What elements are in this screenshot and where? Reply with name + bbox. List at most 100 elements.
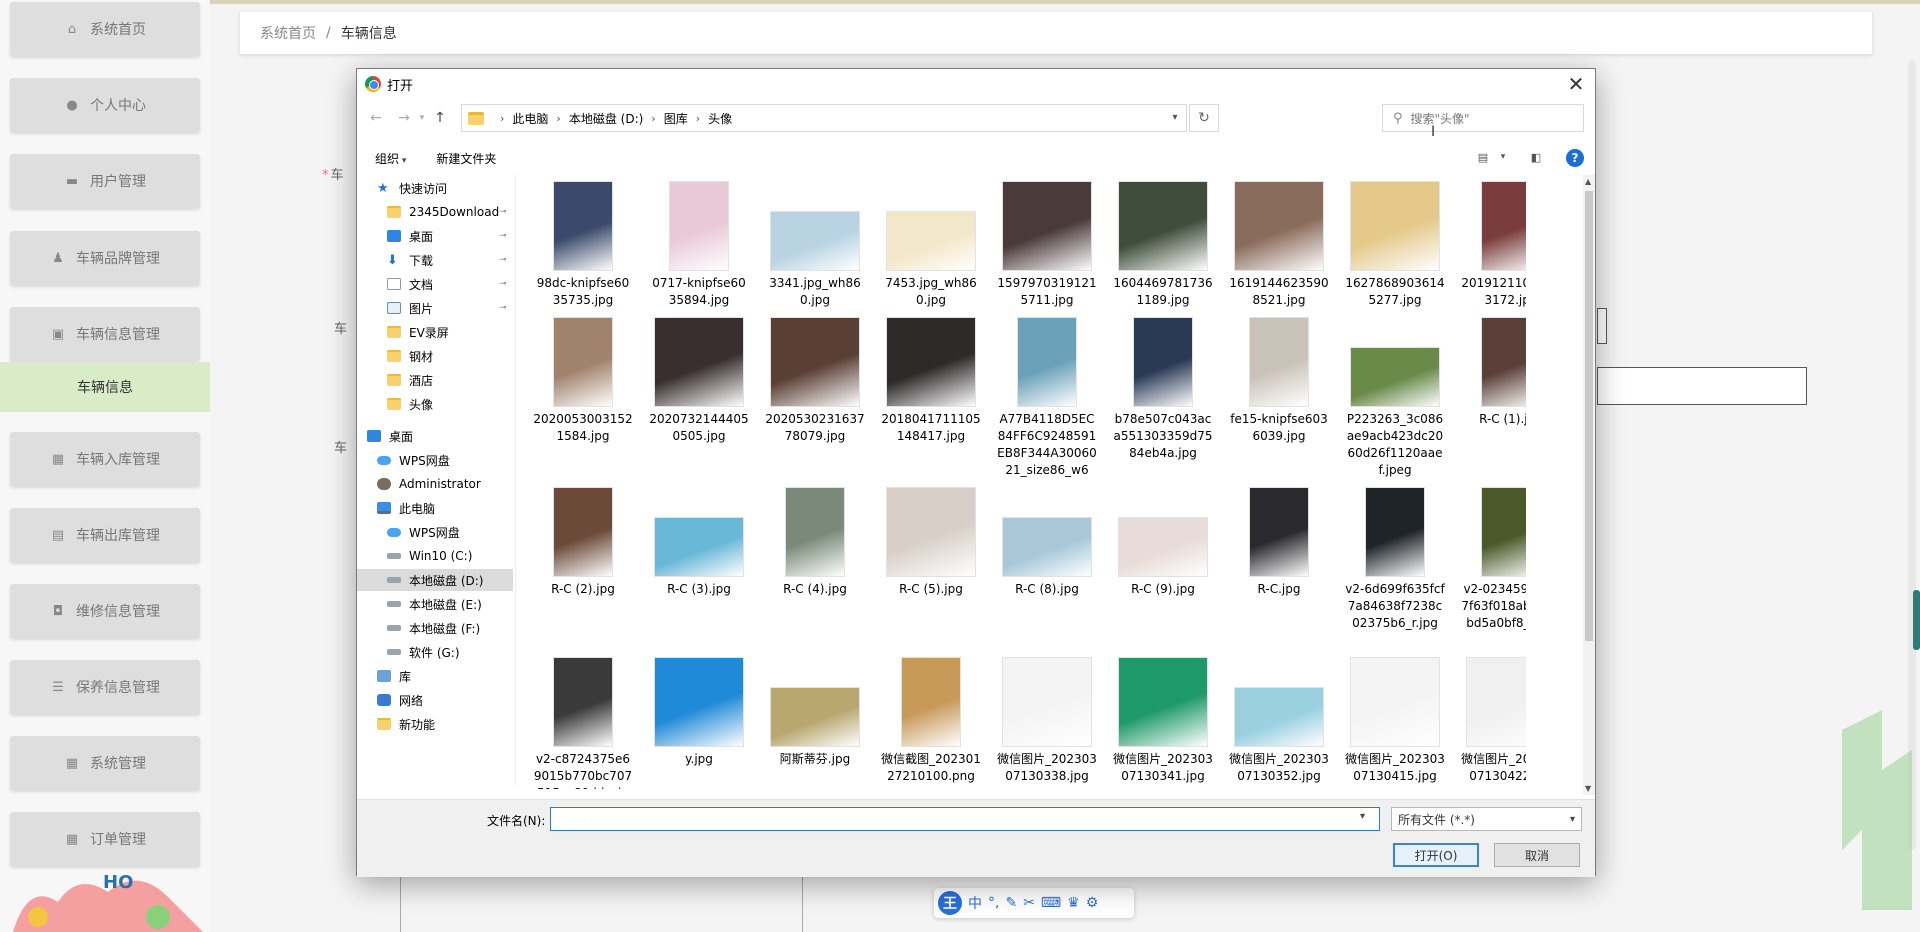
file-item[interactable]: R-C (5).jpg xyxy=(881,487,981,598)
file-item[interactable]: 16044697817361189.jpg xyxy=(1113,181,1213,309)
file-item[interactable]: b78e507c043aca551303359d7584eb4a.jpg xyxy=(1113,317,1213,462)
sidebar-item[interactable]: ▣ 车辆信息管理 xyxy=(10,307,200,361)
sidebar-item[interactable]: ▦ 订单管理 xyxy=(10,812,200,866)
chevron-right-icon[interactable]: › xyxy=(500,112,504,125)
view-dropdown-icon[interactable]: ▾ xyxy=(1494,150,1512,164)
path-segment[interactable]: 此电脑 xyxy=(512,110,548,127)
file-item[interactable]: R-C (2).jpg xyxy=(533,487,633,598)
file-item[interactable]: R-C (4).jpg xyxy=(765,487,865,598)
file-item[interactable]: P223263_3c086ae9acb423dc2060d26f1120aaef… xyxy=(1345,317,1445,479)
file-item[interactable]: R-C (3).jpg xyxy=(649,487,749,598)
background-input-1[interactable] xyxy=(1597,308,1607,344)
back-arrow-icon[interactable]: ← xyxy=(367,109,385,127)
file-item[interactable]: 98dc-knipfse6035735.jpg xyxy=(533,181,633,309)
tree-item[interactable]: 本地磁盘 (E:) xyxy=(357,593,513,615)
path-dropdown-icon[interactable]: ▾ xyxy=(1165,104,1185,130)
ime-tool-icon[interactable]: ✂ xyxy=(1023,895,1035,911)
background-input-2[interactable] xyxy=(1597,367,1807,405)
tree-item[interactable]: Win10 (C:) xyxy=(357,545,513,567)
tree-item[interactable]: WPS网盘 xyxy=(357,521,513,543)
file-item[interactable]: v2-6d699f635fcf7a84638f7238c02375b6_r.jp… xyxy=(1345,487,1445,632)
tree-item[interactable]: EV录屏 xyxy=(357,321,513,343)
file-item[interactable]: R-C.jpg xyxy=(1229,487,1329,598)
scroll-up-icon[interactable]: ▲ xyxy=(1585,177,1591,186)
refresh-icon[interactable]: ↻ xyxy=(1189,104,1219,132)
tree-item[interactable]: 文档 ⊸ xyxy=(357,273,513,295)
sidebar-subitem-vehicle-info[interactable]: 车辆信息 xyxy=(0,362,210,412)
scroll-down-icon[interactable]: ▼ xyxy=(1585,784,1591,793)
chevron-right-icon[interactable]: › xyxy=(696,112,700,125)
path-segment[interactable]: 本地磁盘 (D:) xyxy=(569,110,643,127)
sidebar-item[interactable]: ▬ 用户管理 xyxy=(10,154,200,208)
file-item[interactable]: 16278689036145277.jpg xyxy=(1345,181,1445,309)
file-item[interactable]: 16191446235908521.jpg xyxy=(1229,181,1329,309)
tree-item[interactable]: ★ 快速访问 xyxy=(357,177,513,199)
tree-item[interactable]: 头像 xyxy=(357,393,513,415)
sidebar-item[interactable]: ▤ 车辆出库管理 xyxy=(10,508,200,562)
tree-item[interactable]: ⬇ 下载 ⊸ xyxy=(357,249,513,271)
tree-item[interactable]: WPS网盘 xyxy=(357,449,513,471)
path-segment[interactable]: 图库 xyxy=(664,110,688,127)
tree-item[interactable]: 本地磁盘 (D:) xyxy=(357,569,513,591)
tree-item[interactable]: 桌面 xyxy=(357,425,513,447)
ime-tool-icon[interactable]: °, xyxy=(988,895,999,911)
search-input[interactable]: ⚲ 搜索"头像" xyxy=(1382,104,1584,132)
file-item[interactable]: 微信图片_20230307130422.jpg xyxy=(1461,657,1526,785)
sidebar-item[interactable]: ▦ 系统管理 xyxy=(10,736,200,790)
file-item[interactable]: y.jpg xyxy=(649,657,749,768)
ime-tool-icon[interactable]: ✎ xyxy=(1005,895,1017,911)
tree-item[interactable]: 桌面 ⊸ xyxy=(357,225,513,247)
file-item[interactable]: 微信图片_20230307130415.jpg xyxy=(1345,657,1445,785)
tree-item[interactable]: 图片 ⊸ xyxy=(357,297,513,319)
file-item[interactable]: v2-0234599abb7f63f018ab9e5abd5a0bf8_r.jp… xyxy=(1461,487,1526,632)
cancel-button[interactable]: 取消 xyxy=(1494,843,1580,867)
ime-tool-icon[interactable]: ⚙ xyxy=(1086,895,1099,911)
filetype-select[interactable]: 所有文件 (*.*) ▾ xyxy=(1391,807,1582,831)
file-item[interactable]: 20200530031521584.jpg xyxy=(533,317,633,445)
sidebar-item[interactable]: ☰ 保养信息管理 xyxy=(10,660,200,714)
ime-tool-icon[interactable]: ♛ xyxy=(1067,895,1080,911)
file-item[interactable]: 20191211033143172.jpg xyxy=(1461,181,1526,309)
scrollbar-thumb[interactable] xyxy=(1585,191,1593,641)
sidebar-item[interactable]: ♟ 车辆品牌管理 xyxy=(10,231,200,285)
forward-arrow-icon[interactable]: → xyxy=(395,109,413,127)
preview-pane-icon[interactable]: ◧ xyxy=(1527,150,1545,164)
tree-item[interactable]: 钢材 xyxy=(357,345,513,367)
file-item[interactable]: R-C (8).jpg xyxy=(997,487,1097,598)
file-item[interactable]: 15979703191215711.jpg xyxy=(997,181,1097,309)
path-breadcrumb[interactable]: › 此电脑 › 本地磁盘 (D:) › 图库 › 头像 xyxy=(461,104,1187,132)
path-segment[interactable]: 头像 xyxy=(708,110,732,127)
file-item[interactable]: 2020530231637 78079.jpg xyxy=(765,317,865,445)
tree-item[interactable]: 本地磁盘 (F:) xyxy=(357,617,513,639)
filename-dropdown-icon[interactable]: ▾ xyxy=(1360,811,1365,822)
tree-item[interactable]: 此电脑 xyxy=(357,497,513,519)
file-item[interactable]: R-C (9).jpg xyxy=(1113,487,1213,598)
sidebar-item[interactable]: ● 个人中心 xyxy=(10,78,200,132)
breadcrumb-home-link[interactable]: 系统首页 xyxy=(260,23,316,43)
ime-logo[interactable]: 王 xyxy=(938,891,962,915)
tree-item[interactable]: 软件 (G:) xyxy=(357,641,513,663)
tree-item[interactable]: 酒店 xyxy=(357,369,513,391)
new-folder-button[interactable]: 新建文件夹 xyxy=(436,150,496,167)
file-item[interactable]: 2018041711105148417.jpg xyxy=(881,317,981,445)
close-button[interactable]: ✕ xyxy=(1565,72,1587,96)
help-icon[interactable]: ? xyxy=(1566,149,1584,167)
recent-dropdown-icon[interactable]: ▾ xyxy=(413,109,431,127)
chevron-right-icon[interactable]: › xyxy=(556,112,560,125)
open-button[interactable]: 打开(O) xyxy=(1393,843,1479,867)
file-item[interactable]: 微信图片_20230307130352.jpg xyxy=(1229,657,1329,785)
ime-toolbar[interactable]: 王 中 °, ✎ ✂ ⌨ ♛ ⚙ xyxy=(934,888,1134,918)
file-item[interactable]: R-C (1).jpg xyxy=(1461,317,1526,428)
ime-tool-icon[interactable]: 中 xyxy=(968,893,982,913)
organize-menu[interactable]: 组织 xyxy=(375,150,406,167)
file-item[interactable]: A77B4118D5EC84FF6C9248591EB8F344A3006021… xyxy=(997,317,1097,479)
file-item[interactable]: 0717-knipfse6035894.jpg xyxy=(649,181,749,309)
file-grid-scrollbar[interactable]: ▲ ▼ xyxy=(1583,175,1595,795)
file-item[interactable]: 7453.jpg_wh860.jpg xyxy=(881,181,981,309)
tree-item[interactable]: 网络 xyxy=(357,689,513,711)
chevron-right-icon[interactable]: › xyxy=(651,112,655,125)
sidebar-item[interactable]: ◘ 维修信息管理 xyxy=(10,584,200,638)
ime-tool-icon[interactable]: ⌨ xyxy=(1041,895,1061,911)
sidebar-item[interactable]: ⌂ 系统首页 xyxy=(10,2,200,56)
file-item[interactable]: 阿斯蒂芬.jpg xyxy=(765,657,865,768)
